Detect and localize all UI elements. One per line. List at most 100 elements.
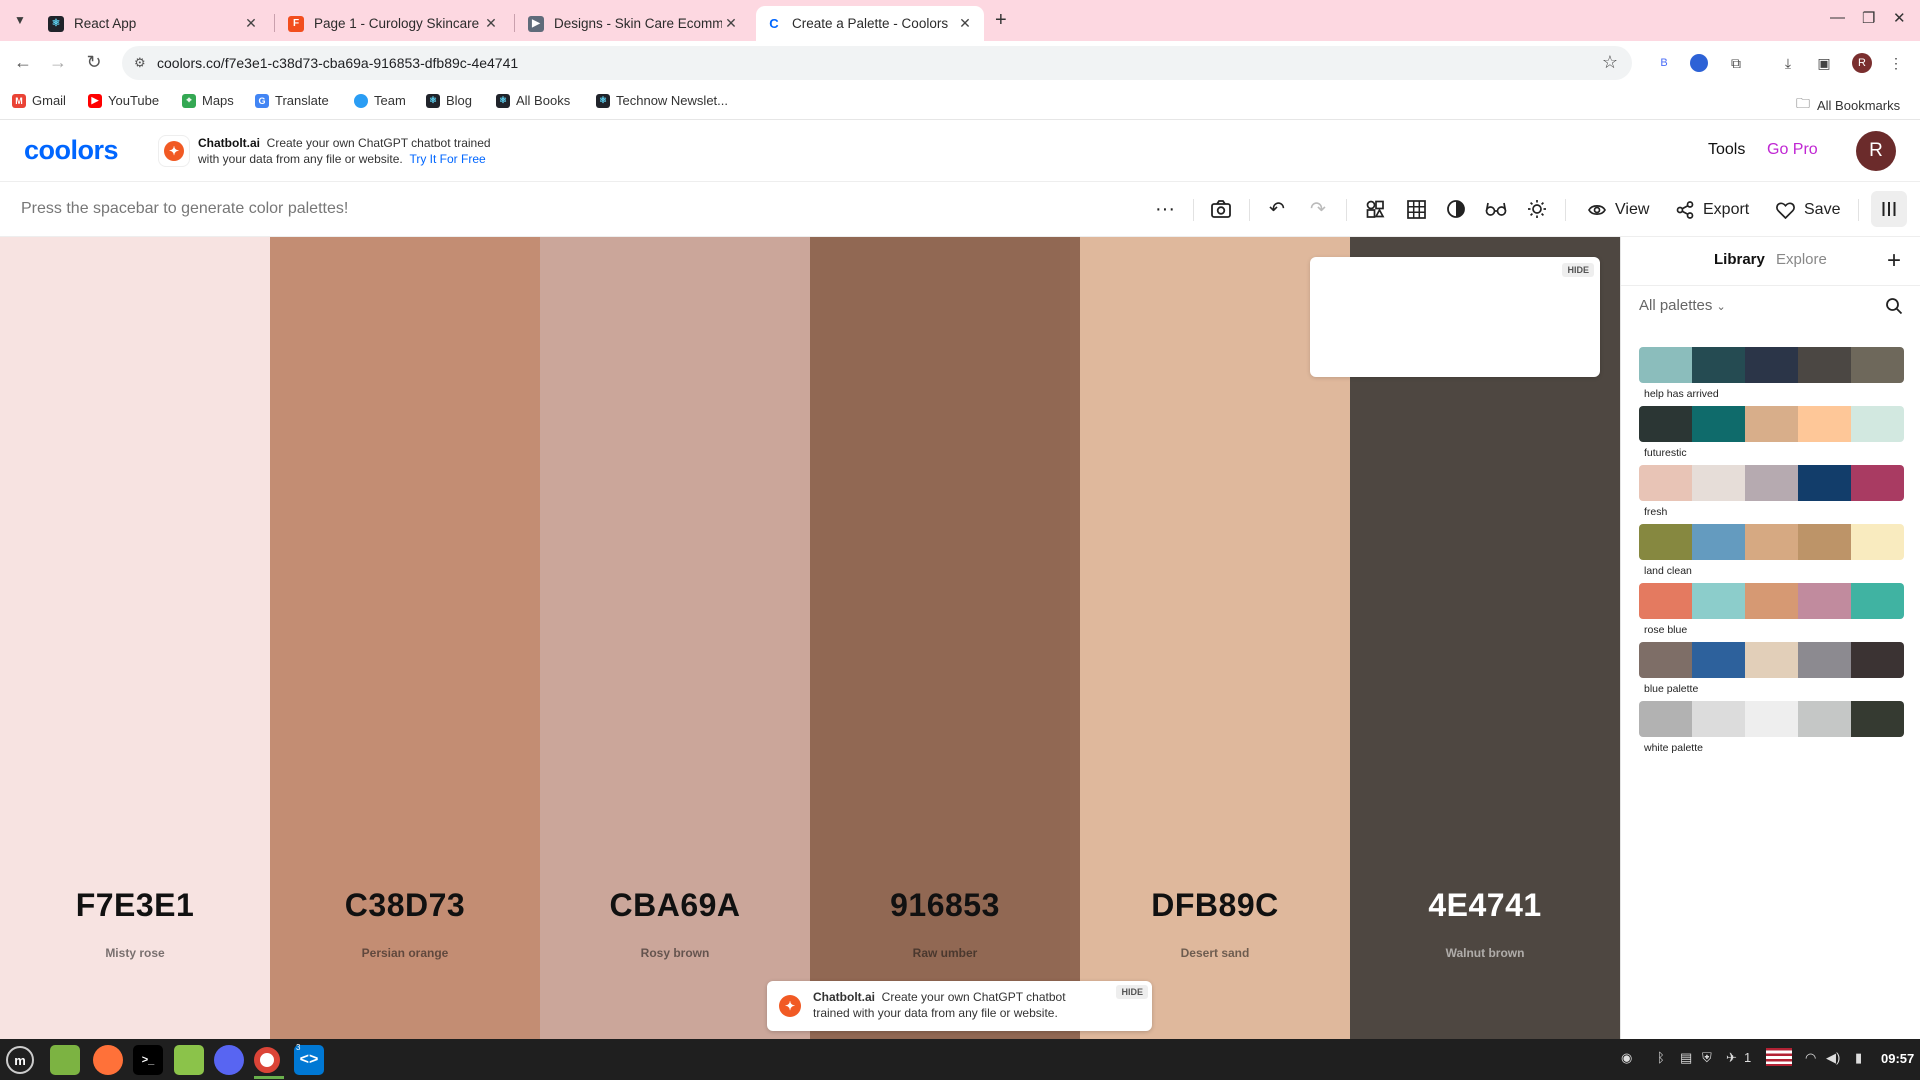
- chrome-icon[interactable]: [254, 1047, 280, 1073]
- saved-palette-item[interactable]: futurestic: [1639, 406, 1904, 459]
- color-hex[interactable]: C38D73: [270, 887, 540, 924]
- site-info-icon[interactable]: ⚙: [134, 55, 146, 71]
- bookmark-team[interactable]: Team: [354, 93, 406, 108]
- wifi-icon[interactable]: ◠: [1805, 1050, 1816, 1066]
- add-palette-icon[interactable]: +: [1887, 247, 1901, 275]
- undo-icon[interactable]: ↶: [1264, 196, 1290, 222]
- discord-icon[interactable]: [214, 1045, 244, 1075]
- color-hex[interactable]: 4E4741: [1350, 887, 1620, 924]
- bookmark-gmail[interactable]: M Gmail: [12, 93, 66, 108]
- color-hex[interactable]: 916853: [810, 887, 1080, 924]
- restore-icon[interactable]: ❐: [1862, 9, 1875, 27]
- close-tab-icon[interactable]: ✕: [482, 15, 500, 32]
- go-pro-link[interactable]: Go Pro: [1767, 141, 1818, 159]
- all-bookmarks[interactable]: 🗀 All Bookmarks: [1796, 93, 1900, 117]
- close-window-icon[interactable]: ✕: [1893, 9, 1906, 27]
- side-panel-icon[interactable]: ▣: [1814, 53, 1834, 73]
- tools-menu[interactable]: Tools: [1708, 141, 1745, 159]
- search-icon[interactable]: [1885, 297, 1903, 320]
- tab-library[interactable]: Library: [1714, 251, 1765, 268]
- user-avatar[interactable]: R: [1856, 131, 1896, 171]
- coolors-logo[interactable]: coolors: [24, 135, 119, 166]
- tab-search-icon[interactable]: ▼: [10, 10, 30, 30]
- url-field[interactable]: ⚙ coolors.co/f7e3e1-c38d73-cba69a-916853…: [122, 46, 1632, 80]
- color-column[interactable]: 916853 Raw umber: [810, 237, 1080, 1039]
- hide-ad-button[interactable]: HIDE: [1562, 263, 1594, 277]
- volume-icon[interactable]: ◀): [1826, 1050, 1840, 1066]
- menu-kebab-icon[interactable]: ⋮: [1886, 53, 1906, 73]
- color-column[interactable]: CBA69A Rosy brown: [540, 237, 810, 1039]
- more-options-icon[interactable]: ···: [1152, 196, 1178, 222]
- profile-avatar[interactable]: R: [1852, 53, 1872, 73]
- saved-palette-item[interactable]: rose blue: [1639, 583, 1904, 636]
- chatbolt-logo-icon[interactable]: ✦: [158, 135, 190, 167]
- floating-ad-box[interactable]: HIDE: [1310, 257, 1600, 377]
- brightness-icon[interactable]: [1524, 196, 1550, 222]
- color-hex[interactable]: DFB89C: [1080, 887, 1350, 924]
- bottom-ad[interactable]: ✦ Chatbolt.ai Create your own ChatGPT ch…: [767, 981, 1152, 1031]
- desktop-icon[interactable]: [50, 1045, 80, 1075]
- bluetooth-icon[interactable]: ᛒ: [1657, 1050, 1665, 1065]
- saved-palette-item[interactable]: blue palette: [1639, 642, 1904, 695]
- saved-palette-item[interactable]: land clean: [1639, 524, 1904, 577]
- extensions-puzzle-icon[interactable]: ⧉: [1726, 53, 1746, 73]
- bookmark-blog[interactable]: ⚛ Blog: [426, 93, 472, 108]
- color-column[interactable]: F7E3E1 Misty rose: [0, 237, 270, 1039]
- tab-designs[interactable]: ▶ Designs - Skin Care Ecomme ✕: [518, 6, 750, 41]
- header-ad[interactable]: Chatbolt.ai Create your own ChatGPT chat…: [198, 135, 491, 167]
- bookmark-all-books[interactable]: ⚛ All Books: [496, 93, 570, 108]
- close-tab-icon[interactable]: ✕: [242, 15, 260, 32]
- zoom-extension-icon[interactable]: [1689, 53, 1709, 73]
- close-tab-icon[interactable]: ✕: [722, 15, 740, 32]
- battery-icon[interactable]: ▮: [1855, 1050, 1862, 1066]
- bookmark-translate[interactable]: G Translate: [255, 93, 329, 108]
- saved-palette-name: land clean: [1644, 565, 1692, 577]
- bookmark-youtube[interactable]: ▶ YouTube: [88, 93, 159, 108]
- color-hex[interactable]: CBA69A: [540, 887, 810, 924]
- shield-icon[interactable]: ⛨: [1702, 1050, 1712, 1066]
- color-column[interactable]: C38D73 Persian orange: [270, 237, 540, 1039]
- tab-react-app[interactable]: ⚛ React App ✕: [38, 6, 270, 41]
- tab-figma[interactable]: F Page 1 - Curology Skincare U ✕: [278, 6, 510, 41]
- forward-icon[interactable]: →: [47, 52, 69, 73]
- redo-icon[interactable]: ↷: [1305, 196, 1331, 222]
- toolbar-divider: [1858, 199, 1859, 221]
- tab-coolors[interactable]: C Create a Palette - Coolors ✕: [756, 6, 984, 41]
- reload-icon[interactable]: ↻: [83, 52, 105, 73]
- contrast-icon[interactable]: [1443, 196, 1469, 222]
- view-button[interactable]: View: [1588, 197, 1649, 223]
- glasses-icon[interactable]: [1483, 196, 1509, 222]
- bookmark-maps[interactable]: ⌖ Maps: [182, 93, 234, 108]
- extension-b-icon[interactable]: B: [1654, 53, 1674, 73]
- terminal-icon[interactable]: >_: [133, 1045, 163, 1075]
- hide-ad-button[interactable]: HIDE: [1116, 985, 1148, 999]
- back-icon[interactable]: ←: [12, 52, 34, 73]
- ad-cta-link[interactable]: Try It For Free: [409, 152, 485, 166]
- save-button[interactable]: Save: [1776, 197, 1840, 223]
- files-icon[interactable]: [174, 1045, 204, 1075]
- tab-explore[interactable]: Explore: [1776, 251, 1827, 268]
- columns-toggle-icon[interactable]: [1871, 191, 1907, 227]
- firefox-icon[interactable]: [93, 1045, 123, 1075]
- color-hex[interactable]: F7E3E1: [0, 887, 270, 924]
- camera-icon[interactable]: [1208, 196, 1234, 222]
- export-button[interactable]: Export: [1676, 197, 1749, 223]
- bookmark-star-icon[interactable]: ☆: [1602, 52, 1618, 73]
- us-flag-icon[interactable]: [1766, 1048, 1792, 1066]
- update-icon[interactable]: ✈: [1726, 1050, 1737, 1066]
- close-tab-icon[interactable]: ✕: [956, 15, 974, 32]
- palette-swatch: [1639, 524, 1692, 560]
- saved-palette-item[interactable]: fresh: [1639, 465, 1904, 518]
- palette-filter-dropdown[interactable]: All palettes ⌄: [1639, 297, 1726, 314]
- downloads-icon[interactable]: ⤓: [1778, 53, 1798, 73]
- minimize-icon[interactable]: —: [1830, 9, 1845, 26]
- saved-palette-item[interactable]: white palette: [1639, 701, 1904, 754]
- clipboard-icon[interactable]: ▤: [1680, 1050, 1692, 1066]
- saved-palette-item[interactable]: help has arrived: [1639, 347, 1904, 400]
- grid-view-icon[interactable]: [1403, 196, 1429, 222]
- bookmark-technow[interactable]: ⚛ Technow Newslet...: [596, 93, 728, 108]
- discord-tray-icon[interactable]: ◉: [1621, 1050, 1632, 1066]
- new-tab-button[interactable]: +: [995, 9, 1007, 32]
- start-menu-icon[interactable]: m: [6, 1046, 34, 1074]
- adjust-palette-icon[interactable]: [1362, 196, 1388, 222]
